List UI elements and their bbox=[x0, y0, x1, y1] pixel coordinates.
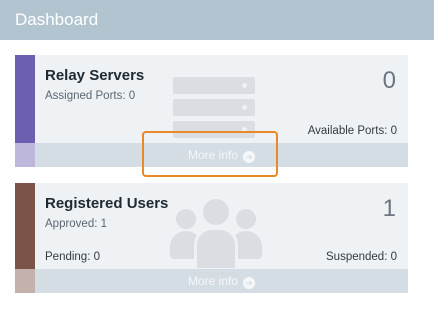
users-stripe-footer bbox=[15, 269, 35, 293]
relay-accent-stripe bbox=[15, 55, 35, 167]
registered-users-count: 1 bbox=[382, 195, 396, 222]
assigned-ports-label: Assigned Ports: 0 bbox=[45, 90, 136, 102]
relay-stripe-footer bbox=[15, 143, 35, 167]
registered-users-card: Registered Users Approved: 1 1 Pending: … bbox=[15, 183, 408, 293]
arrow-circle-right-icon: ➜ bbox=[243, 277, 256, 289]
approved-users-label: Approved: 1 bbox=[45, 218, 108, 230]
registered-users-title: Registered Users bbox=[45, 195, 169, 212]
users-icon bbox=[170, 197, 262, 279]
relay-servers-count: 0 bbox=[382, 67, 396, 94]
users-more-info-label: More info bbox=[187, 274, 239, 288]
available-ports-label: Available Ports: 0 bbox=[307, 125, 397, 137]
users-more-info-link[interactable]: More info ➜ bbox=[35, 269, 408, 293]
users-accent-stripe bbox=[15, 183, 35, 293]
relay-servers-title: Relay Servers bbox=[45, 67, 145, 84]
dashboard-header: Dashboard bbox=[0, 0, 434, 40]
more-info-highlight bbox=[142, 131, 278, 177]
pending-users-label: Pending: 0 bbox=[45, 251, 100, 263]
page-title: Dashboard bbox=[15, 10, 99, 29]
suspended-users-label: Suspended: 0 bbox=[326, 251, 397, 263]
